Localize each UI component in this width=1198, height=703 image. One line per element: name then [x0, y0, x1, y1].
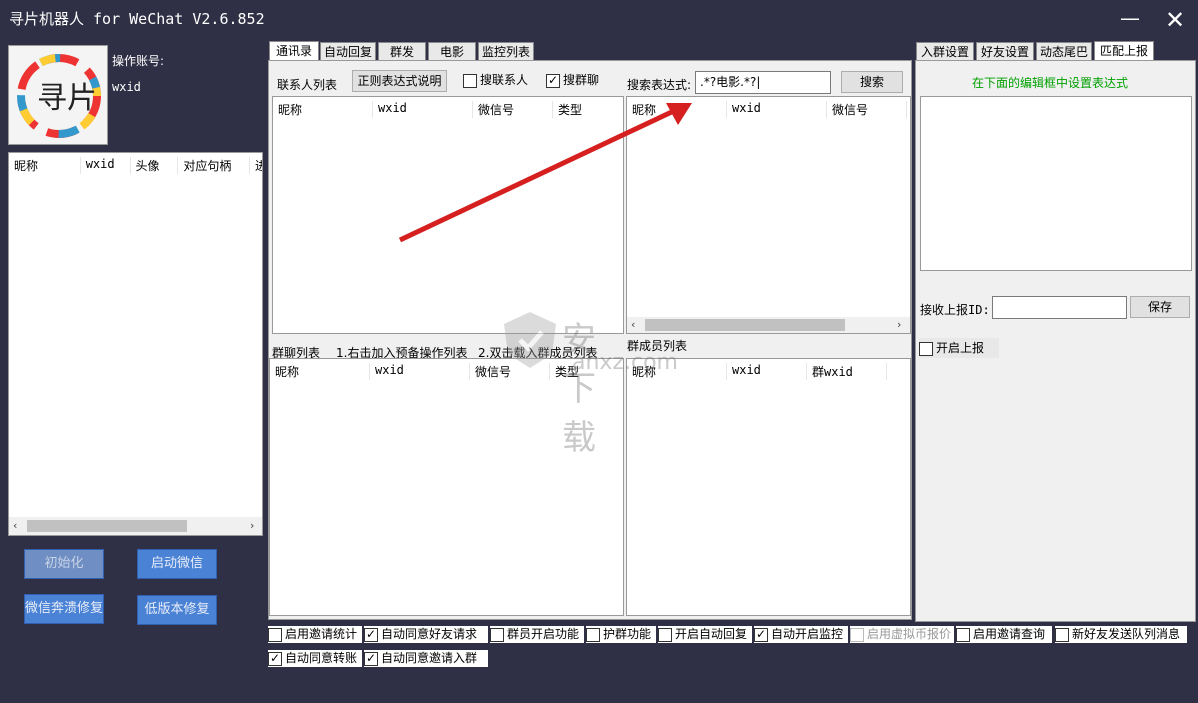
start-wechat-button[interactable]: 启动微信	[137, 549, 217, 579]
checkbox-icon[interactable]	[490, 627, 504, 642]
col-group-wxid[interactable]: 群wxid	[807, 363, 887, 380]
crash-fix-button[interactable]: 微信奔溃修复	[24, 594, 104, 624]
checkbox-icon[interactable]	[463, 73, 477, 88]
contacts-title: 联系人列表	[277, 78, 338, 92]
option-invite-stats[interactable]: 启用邀请统计	[268, 626, 362, 643]
option-new-friend-queue[interactable]: 新好友发送队列消息	[1055, 626, 1187, 643]
col-nickname[interactable]: 昵称	[273, 101, 373, 118]
members-table[interactable]: 昵称 wxid 群wxid	[626, 358, 911, 616]
tab-monitor-list[interactable]: 监控列表	[478, 42, 534, 61]
logo-icon: 寻片	[9, 46, 107, 144]
scroll-right-icon[interactable]: ›	[250, 519, 254, 532]
search-expression-label: 搜索表达式:	[627, 78, 692, 92]
checkbox-icon[interactable]	[268, 627, 282, 642]
watermark: 安下载 anxz.com	[500, 310, 678, 458]
enable-report-checkbox[interactable]: 开启上报	[919, 338, 999, 358]
account-wxid: wxid	[112, 80, 141, 94]
low-version-fix-button[interactable]: 低版本修复	[137, 595, 217, 625]
red-arrow-icon	[398, 103, 692, 243]
tab-movie[interactable]: 电影	[428, 42, 476, 61]
col-wxid[interactable]: wxid	[81, 157, 131, 174]
checkbox-icon[interactable]	[364, 626, 378, 642]
init-button[interactable]: 初始化	[24, 549, 104, 579]
col-wxid[interactable]: wxid	[727, 363, 807, 380]
window-title: 寻片机器人 for WeChat V2.6.852	[9, 10, 265, 28]
search-button[interactable]: 搜索	[841, 71, 903, 93]
search-contacts-checkbox[interactable]: 搜联系人	[463, 72, 545, 88]
col-nickname[interactable]: 昵称	[270, 363, 370, 380]
svg-text:寻片: 寻片	[37, 81, 97, 116]
tab-broadcast[interactable]: 群发	[378, 42, 426, 61]
account-table-header: 昵称 wxid 头像 对应句柄 进	[9, 153, 262, 174]
col-wxid[interactable]: wxid	[727, 101, 827, 118]
tab-auto-reply[interactable]: 自动回复	[320, 42, 376, 61]
scroll-right-icon[interactable]: ›	[897, 318, 901, 331]
tab-friend-settings[interactable]: 好友设置	[976, 42, 1034, 61]
save-button[interactable]: 保存	[1130, 296, 1190, 318]
checkbox-icon[interactable]	[919, 341, 933, 356]
checkbox-icon[interactable]	[1055, 627, 1069, 642]
close-icon[interactable]: ✕	[1165, 8, 1185, 32]
checkbox-icon[interactable]	[754, 626, 768, 642]
option-invite-query[interactable]: 启用邀请查询	[956, 626, 1052, 643]
regex-help-button[interactable]: 正则表达式说明	[352, 70, 447, 92]
checkbox-icon[interactable]	[850, 627, 864, 642]
col-avatar[interactable]: 头像	[131, 157, 179, 174]
minimize-icon[interactable]: —	[1120, 8, 1140, 28]
col-wxid[interactable]: wxid	[370, 363, 470, 380]
col-handle[interactable]: 对应句柄	[178, 157, 251, 174]
report-id-input[interactable]	[992, 296, 1127, 319]
account-label: 操作账号:	[112, 54, 165, 68]
option-group-protection[interactable]: 护群功能	[586, 626, 656, 643]
option-auto-accept-friend[interactable]: 自动同意好友请求	[364, 626, 488, 643]
option-auto-accept-group-invite[interactable]: 自动同意邀请入群	[364, 650, 488, 667]
report-id-label: 接收上报ID:	[920, 303, 990, 317]
avatar: 寻片	[8, 45, 108, 145]
tab-match-report[interactable]: 匹配上报	[1094, 41, 1154, 61]
col-more[interactable]: 进	[250, 157, 262, 174]
tab-dynamic-tail[interactable]: 动态尾巴	[1036, 42, 1092, 61]
shield-icon	[504, 312, 556, 368]
checkbox-icon[interactable]	[364, 650, 378, 666]
tab-join-group-settings[interactable]: 入群设置	[916, 42, 974, 61]
scroll-left-icon[interactable]: ‹	[13, 519, 17, 532]
scroll-left-icon[interactable]: ‹	[631, 318, 635, 331]
search-groups-checkbox[interactable]: 搜群聊	[546, 72, 616, 88]
option-auto-accept-transfer[interactable]: 自动同意转账	[268, 650, 362, 667]
checkbox-icon[interactable]	[956, 627, 970, 642]
option-member-functions[interactable]: 群员开启功能	[490, 626, 584, 643]
horizontal-scrollbar[interactable]: ‹ ›	[627, 317, 910, 333]
checkbox-icon[interactable]	[268, 650, 282, 666]
col-wechat-id[interactable]: 微信号	[827, 101, 907, 118]
option-auto-reply[interactable]: 开启自动回复	[658, 626, 752, 643]
option-auto-monitor[interactable]: 自动开启监控	[754, 626, 848, 643]
checkbox-icon[interactable]	[658, 627, 672, 642]
report-hint: 在下面的编辑框中设置表达式	[972, 76, 1129, 90]
scroll-thumb[interactable]	[27, 520, 187, 532]
account-table[interactable]: 昵称 wxid 头像 对应句柄 进 ‹ ›	[8, 152, 263, 536]
tab-contacts[interactable]: 通讯录	[269, 41, 319, 61]
search-expression-input[interactable]: .*?电影.*?|	[695, 71, 831, 94]
expression-editor[interactable]	[920, 96, 1192, 271]
horizontal-scrollbar[interactable]: ‹ ›	[9, 517, 262, 535]
scroll-thumb[interactable]	[645, 319, 845, 331]
checkbox-icon[interactable]	[546, 72, 560, 88]
option-crypto-quote[interactable]: 启用虚拟币报价	[850, 626, 954, 643]
col-nickname[interactable]: 昵称	[9, 157, 81, 174]
checkbox-icon[interactable]	[586, 627, 600, 642]
